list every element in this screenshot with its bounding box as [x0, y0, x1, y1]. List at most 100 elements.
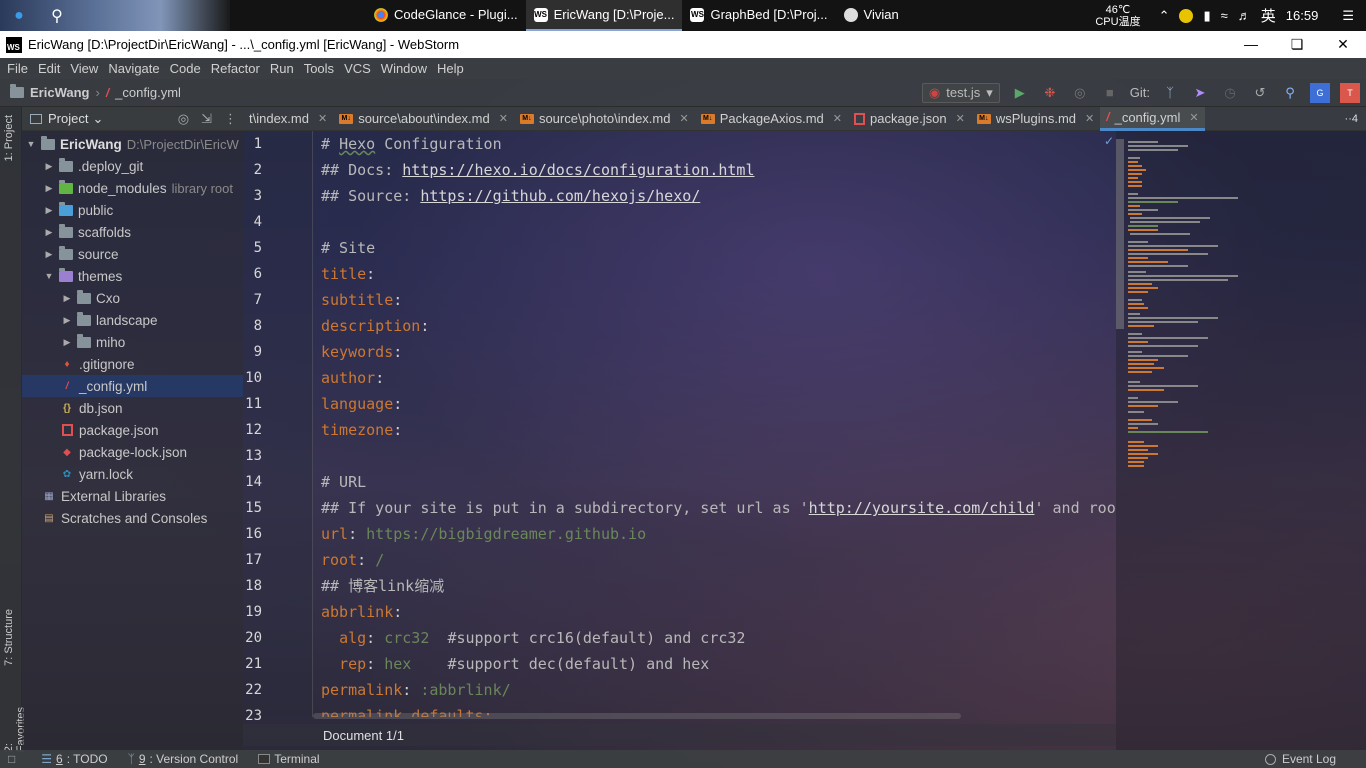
tree-item[interactable]: ▤ Scratches and Consoles	[22, 507, 243, 529]
git-history-icon[interactable]: ◷	[1220, 83, 1240, 103]
tool-tab-project[interactable]: 1: Project	[3, 115, 15, 161]
notification-icon[interactable]: ☰	[1342, 8, 1354, 24]
wifi-icon[interactable]: ≈	[1221, 8, 1228, 23]
menu-tools[interactable]: Tools	[299, 61, 339, 76]
todo-tab[interactable]: ☰ 6: TODO	[31, 752, 117, 766]
tree-item[interactable]: ♦ .gitignore	[22, 353, 243, 375]
collapsed-arrow-icon[interactable]: ▶	[62, 337, 72, 348]
tree-root[interactable]: ▼ EricWang D:\ProjectDir\EricW	[22, 133, 243, 155]
source-link[interactable]: https://github.com/hexojs/hexo/	[420, 187, 700, 205]
docs-link[interactable]: https://hexo.io/docs/configuration.html	[402, 161, 754, 179]
search-icon[interactable]: ⚲	[38, 0, 76, 31]
start-icon[interactable]: ●	[0, 0, 38, 31]
breadcrumb-file[interactable]: _config.yml	[115, 85, 181, 100]
search-everywhere-icon[interactable]: ⚲	[1280, 83, 1300, 103]
tree-item[interactable]: ▶ landscape	[22, 309, 243, 331]
plugin-icon[interactable]: T	[1340, 82, 1360, 103]
taskbar-app-ericwang[interactable]: WS EricWang [D:\Proje...	[525, 0, 683, 31]
tree-item[interactable]: ▶ Cxo	[22, 287, 243, 309]
git-rollback-icon[interactable]: ↺	[1250, 83, 1270, 103]
close-tab-icon[interactable]: ✕	[499, 112, 508, 125]
tree-item[interactable]: ✿ yarn.lock	[22, 463, 243, 485]
git-push-icon[interactable]: ➤	[1190, 83, 1210, 103]
close-tab-icon[interactable]: ✕	[679, 112, 688, 125]
tree-item[interactable]: ▦ External Libraries	[22, 485, 243, 507]
debug-icon[interactable]: ❉	[1040, 83, 1060, 103]
tab-packageaxios-md[interactable]: M↓ PackageAxios.md ✕	[695, 107, 848, 131]
tab-config-yml[interactable]: / _config.yml ✕	[1100, 106, 1205, 131]
tab-about-index-md[interactable]: M↓ source\about\index.md ✕	[333, 107, 514, 131]
coverage-icon[interactable]: ◎	[1070, 83, 1090, 103]
menu-refactor[interactable]: Refactor	[206, 61, 265, 76]
taskbar-app-graphbed[interactable]: WS GraphBed [D:\Proj...	[682, 0, 835, 31]
close-tab-icon[interactable]: ✕	[956, 112, 965, 125]
toggle-tool-windows-icon[interactable]: □	[0, 752, 23, 766]
tab-photo-index-md[interactable]: M↓ source\photo\index.md ✕	[514, 107, 695, 131]
tree-item-selected[interactable]: / _config.yml	[22, 375, 243, 397]
run-configuration-select[interactable]: ◉ test.js ▾	[921, 82, 1000, 103]
collapsed-arrow-icon[interactable]: ▶	[44, 249, 54, 260]
tree-item[interactable]: ▶ public	[22, 199, 243, 221]
maximize-button[interactable]: ❏	[1274, 36, 1320, 53]
menu-view[interactable]: View	[65, 61, 103, 76]
terminal-tab[interactable]: Terminal	[248, 752, 329, 766]
tool-tab-structure[interactable]: 7: Structure	[3, 609, 15, 666]
menu-file[interactable]: File	[2, 61, 33, 76]
menu-navigate[interactable]: Navigate	[103, 61, 164, 76]
collapsed-arrow-icon[interactable]: ▶	[44, 227, 54, 238]
close-button[interactable]: ✕	[1320, 36, 1366, 53]
collapsed-arrow-icon[interactable]: ▶	[44, 205, 54, 216]
stop-icon[interactable]: ■	[1100, 83, 1120, 103]
more-tabs-indicator[interactable]: ··4	[1345, 113, 1366, 125]
chevron-up-icon[interactable]: ⌃	[1159, 8, 1170, 24]
tree-item[interactable]: ▶ miho	[22, 331, 243, 353]
tree-item[interactable]: ◆ package-lock.json	[22, 441, 243, 463]
menu-edit[interactable]: Edit	[33, 61, 65, 76]
tree-item[interactable]: {} db.json	[22, 397, 243, 419]
battery-icon[interactable]: ▮	[1203, 8, 1210, 24]
menu-run[interactable]: Run	[265, 61, 299, 76]
codeglance-minimap[interactable]	[1116, 131, 1366, 750]
clock[interactable]: 16:59	[1286, 8, 1319, 23]
menu-help[interactable]: Help	[432, 61, 469, 76]
breadcrumb-project[interactable]: EricWang	[30, 85, 89, 100]
horizontal-scrollbar[interactable]	[313, 713, 961, 719]
tree-item[interactable]: ▶ node_modules library root	[22, 177, 243, 199]
translate-icon[interactable]: G	[1310, 82, 1330, 103]
more-options-icon[interactable]: ⋮	[224, 111, 237, 127]
tree-item[interactable]: package.json	[22, 419, 243, 441]
taskbar-app-codeglance[interactable]: CodeGlance - Plugi...	[366, 0, 526, 31]
tree-item[interactable]: ▶ scaffolds	[22, 221, 243, 243]
tree-item[interactable]: ▶ .deploy_git	[22, 155, 243, 177]
close-tab-icon[interactable]: ✕	[318, 112, 327, 125]
scroll-from-source-icon[interactable]: ◎	[178, 111, 189, 127]
tab-package-json[interactable]: package.json ✕	[848, 107, 971, 131]
taskbar-app-vivian[interactable]: Vivian	[836, 0, 907, 31]
inspection-ok-icon[interactable]: ✓	[1104, 134, 1114, 148]
yoursite-link[interactable]: http://yoursite.com/child	[809, 499, 1035, 517]
collapsed-arrow-icon[interactable]: ▶	[62, 293, 72, 304]
ime-indicator[interactable]: 英	[1261, 5, 1276, 26]
tray-app-icon[interactable]	[1179, 8, 1194, 23]
menu-window[interactable]: Window	[376, 61, 432, 76]
code-editor[interactable]: # Hexo Configuration ## Docs: https://he…	[313, 131, 1116, 717]
close-tab-icon[interactable]: ✕	[1189, 111, 1198, 124]
event-log-tab[interactable]: Event Log	[1264, 752, 1366, 766]
version-control-tab[interactable]: ᛉ 9: Version Control	[118, 752, 249, 766]
project-view-select[interactable]: Project ⌄	[48, 111, 103, 127]
collapsed-arrow-icon[interactable]: ▶	[44, 183, 54, 194]
minimap-viewport[interactable]	[1116, 139, 1124, 329]
minimize-button[interactable]: —	[1228, 36, 1274, 53]
document-status[interactable]: Document 1/1	[323, 728, 404, 743]
collapsed-arrow-icon[interactable]: ▶	[62, 315, 72, 326]
menu-vcs[interactable]: VCS	[339, 61, 376, 76]
tree-item[interactable]: ▼ themes	[22, 265, 243, 287]
collapsed-arrow-icon[interactable]: ▶	[44, 161, 54, 172]
run-icon[interactable]: ▶	[1010, 83, 1030, 103]
tab-index-md[interactable]: t\index.md ✕	[243, 107, 333, 131]
volume-icon[interactable]: ♬	[1238, 8, 1251, 23]
expanded-arrow-icon[interactable]: ▼	[26, 139, 36, 149]
tree-item[interactable]: ▶ source	[22, 243, 243, 265]
git-branch-icon[interactable]: ᛉ	[1160, 83, 1180, 103]
collapse-all-icon[interactable]: ⇲	[201, 111, 212, 127]
